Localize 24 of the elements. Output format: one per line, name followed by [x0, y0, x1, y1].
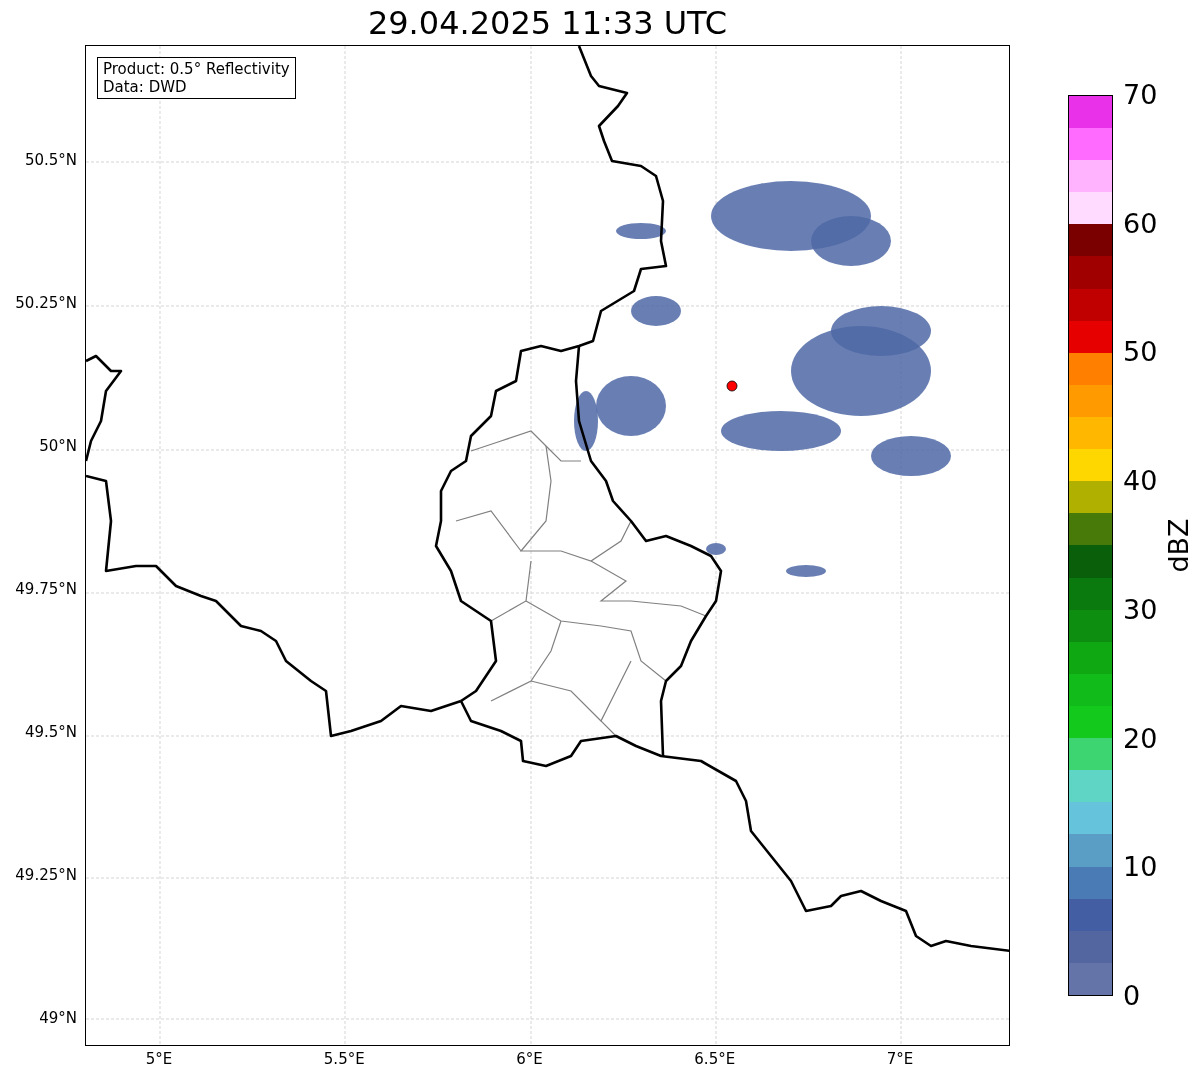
latitude-label: 49.5°N	[24, 725, 77, 740]
colorbar-tick-label: 70	[1123, 81, 1158, 108]
longitude-label: 5°E	[145, 1052, 173, 1067]
info-text: Product: 0.5° Reflectivity	[103, 60, 290, 78]
latitude-label: 49°N	[39, 1011, 77, 1026]
colorbar-tick-label: 30	[1123, 595, 1158, 623]
latitude-label: 49.25°N	[15, 868, 77, 883]
latitude-label: 50.25°N	[15, 296, 77, 311]
chart-title: 29.04.2025 11:33 UTC	[367, 6, 728, 39]
colorbar-tick-label: 60	[1123, 209, 1158, 237]
longitude-label: 5.5°E	[323, 1052, 365, 1067]
latitude-label: 49.75°N	[15, 582, 77, 597]
latitude-label: 50.5°N	[24, 153, 77, 168]
latitude-label: 50°N	[39, 439, 77, 454]
longitude-label: 6.5°E	[694, 1052, 736, 1067]
colorbar-tick-label: 10	[1123, 853, 1158, 881]
colorbar-tick-label: 20	[1123, 724, 1158, 752]
colorbar-label: dBZ	[1164, 518, 1192, 573]
longitude-label: 6°E	[516, 1052, 543, 1067]
colorbar-tick-label: 50	[1123, 338, 1158, 366]
colorbar-tick-label: 0	[1123, 982, 1141, 1009]
info-text: Data: DWD	[103, 78, 188, 96]
longitude-label: 7°E	[886, 1052, 914, 1067]
colorbar-tick-label: 40	[1123, 467, 1158, 495]
